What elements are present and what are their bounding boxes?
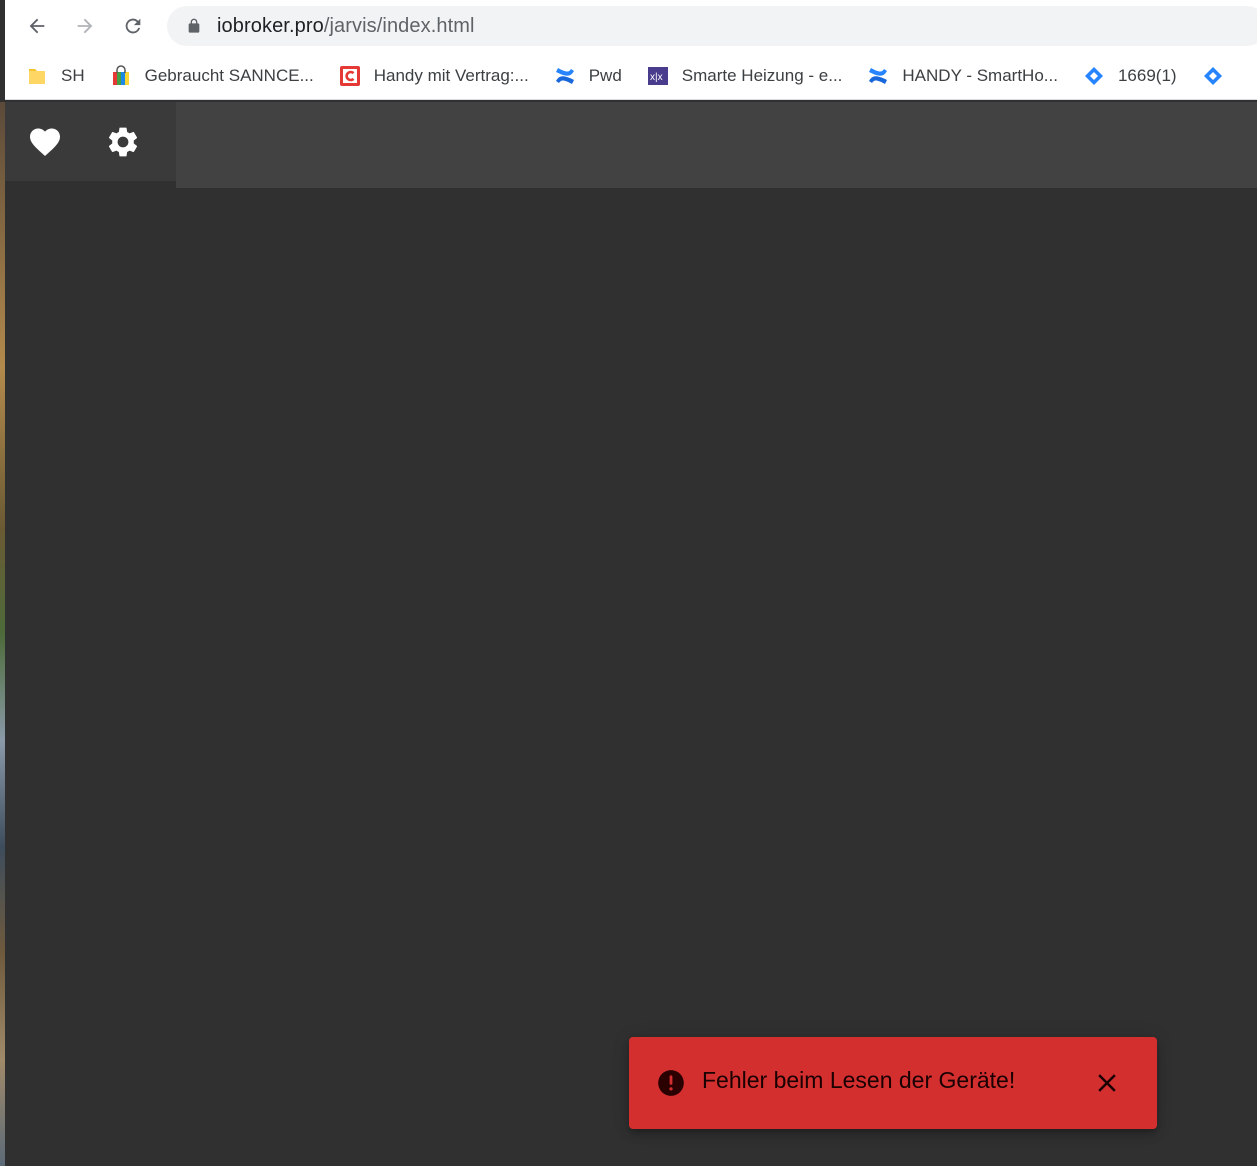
tab-indicator (5, 181, 176, 188)
bookmark-label: Gebraucht SANNCE... (144, 65, 314, 85)
jira-icon (1203, 66, 1223, 86)
url-host: iobroker.pro (217, 14, 324, 37)
reload-button[interactable] (117, 10, 149, 42)
bookmark-handy-vertrag[interactable]: Handy mit Vertrag:... (339, 60, 529, 92)
browser-toolbar: iobroker.pro/jarvis/index.html (5, 0, 1257, 52)
error-icon (657, 1069, 685, 1097)
svg-text:x|x: x|x (650, 72, 663, 83)
xx-logo-icon: x|x (647, 66, 668, 86)
address-bar[interactable]: iobroker.pro/jarvis/index.html (167, 6, 1257, 46)
close-button[interactable] (1091, 1067, 1123, 1099)
bookmark-label: HANDY - SmartHo... (902, 65, 1058, 85)
bookmark-gebraucht[interactable]: Gebraucht SANNCE... (111, 60, 314, 92)
bookmark-label: Smarte Heizung - e... (681, 65, 843, 85)
bookmark-smarte-heizung[interactable]: x|x Smarte Heizung - e... (647, 60, 843, 92)
confluence-icon (868, 66, 888, 86)
confluence-icon (555, 66, 575, 86)
app-bar (5, 102, 1257, 188)
bookmark-label: 1669(1) (1117, 65, 1177, 85)
bookmark-sh[interactable]: SH (27, 60, 85, 92)
error-snackbar: Fehler beim Lesen der Geräte! (629, 1037, 1157, 1129)
arrow-right-icon (77, 18, 93, 34)
bookmark-pwd[interactable]: Pwd (555, 60, 622, 92)
bookmark-1669[interactable]: 1669(1) (1084, 60, 1177, 92)
bookmarks-bar: SH Gebraucht SANNCE... Handy mit Vertrag… (5, 52, 1257, 100)
close-icon (1098, 1074, 1116, 1092)
shopping-bag-icon (111, 64, 131, 86)
lock-icon (186, 18, 202, 34)
url-text: iobroker.pro/jarvis/index.html (217, 15, 475, 38)
forward-button[interactable] (69, 10, 101, 42)
main-content (5, 188, 1257, 1166)
bookmark-handy-smarthome[interactable]: HANDY - SmartHo... (868, 60, 1058, 92)
url-path: /jarvis/index.html (323, 14, 475, 37)
heart-icon (30, 128, 60, 156)
bookmark-label: SH (61, 65, 85, 85)
back-button[interactable] (21, 10, 53, 42)
folder-icon (27, 66, 47, 86)
reload-icon (125, 18, 141, 34)
bookmark-label: Handy mit Vertrag:... (373, 65, 529, 85)
tab-favorites[interactable] (5, 102, 85, 181)
snackbar-message: Fehler beim Lesen der Geräte! (702, 1067, 1016, 1093)
bookmark-jira[interactable] (1203, 60, 1237, 92)
gear-icon (108, 127, 138, 156)
c-logo-icon (339, 65, 360, 86)
arrow-left-icon (29, 18, 45, 34)
tab-settings[interactable] (83, 102, 163, 181)
bookmark-label: Pwd (588, 65, 622, 85)
jira-icon (1084, 66, 1104, 86)
